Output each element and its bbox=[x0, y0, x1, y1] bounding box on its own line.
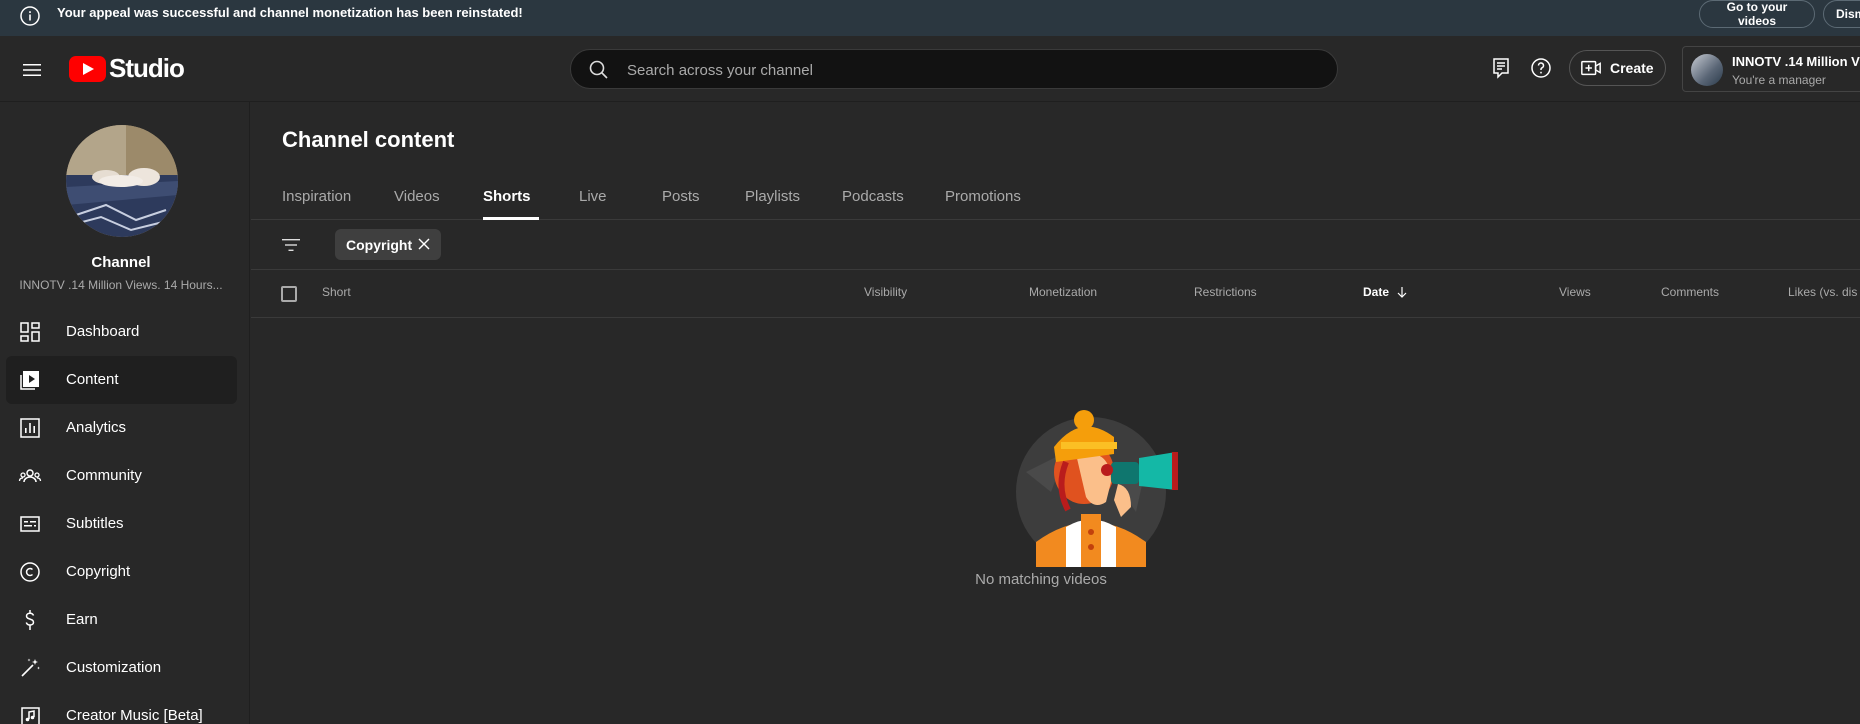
search-input[interactable] bbox=[627, 59, 1307, 81]
sidebar-item-customization[interactable]: Customization bbox=[6, 644, 237, 692]
dashboard-icon bbox=[20, 322, 40, 342]
sidebar-item-label: Copyright bbox=[66, 563, 131, 580]
notification-banner: Your appeal was successful and channel m… bbox=[0, 0, 1860, 36]
column-visibility: Visibility bbox=[864, 285, 908, 299]
column-date-label: Date bbox=[1363, 285, 1390, 299]
tab-live[interactable]: Live bbox=[579, 188, 607, 205]
subtitles-icon bbox=[20, 516, 40, 532]
empty-state-message: No matching videos bbox=[975, 571, 1107, 588]
column-date[interactable]: Date bbox=[1363, 285, 1408, 299]
hamburger-menu-icon[interactable] bbox=[20, 58, 44, 82]
create-button[interactable]: Create bbox=[1569, 50, 1666, 86]
account-role: You're a manager bbox=[1732, 73, 1826, 87]
column-restrictions: Restrictions bbox=[1194, 285, 1257, 299]
channel-title: Channel bbox=[91, 254, 151, 271]
sort-down-arrow-icon bbox=[1397, 287, 1407, 298]
dismiss-button[interactable]: Dism bbox=[1823, 0, 1860, 28]
sidebar-item-label: Customization bbox=[66, 659, 162, 676]
sidebar-item-content[interactable]: Content bbox=[6, 356, 237, 404]
filter-chip-label: Copyright bbox=[346, 236, 413, 253]
column-views: Views bbox=[1559, 285, 1591, 299]
logo-text: Studio bbox=[109, 53, 185, 83]
youtube-play-icon bbox=[69, 55, 106, 82]
customization-icon bbox=[21, 658, 40, 677]
tab-podcasts[interactable]: Podcasts bbox=[842, 188, 904, 205]
sidebar-item-label: Creator Music [Beta] bbox=[66, 707, 203, 724]
music-icon bbox=[21, 707, 40, 724]
sidebar-item-community[interactable]: Community bbox=[6, 452, 237, 500]
tab-playlists[interactable]: Playlists bbox=[745, 188, 800, 205]
column-likes: Likes (vs. dis bbox=[1788, 285, 1858, 299]
info-icon bbox=[20, 6, 40, 26]
sidebar-item-subtitles[interactable]: Subtitles bbox=[6, 500, 237, 548]
sidebar-item-label: Subtitles bbox=[66, 515, 124, 532]
banner-message: Your appeal was successful and channel m… bbox=[57, 5, 523, 20]
studio-logo[interactable]: Studio bbox=[69, 53, 185, 84]
filter-icon[interactable] bbox=[279, 233, 303, 257]
table-header: Short Visibility Monetization Restrictio… bbox=[251, 270, 1860, 318]
sidebar-item-label: Community bbox=[66, 467, 142, 484]
channel-subtitle: INNOTV .14 Million Views. 14 Hours... bbox=[19, 278, 223, 292]
main-content: Channel content Inspiration Videos Short… bbox=[251, 102, 1860, 724]
content-icon bbox=[20, 371, 39, 390]
select-all-checkbox[interactable] bbox=[281, 286, 297, 302]
channel-avatar[interactable] bbox=[66, 125, 178, 237]
sidebar-item-copyright[interactable]: Copyright bbox=[6, 548, 237, 596]
tab-inspiration[interactable]: Inspiration bbox=[282, 188, 351, 205]
account-name: INNOTV .14 Million Vie bbox=[1732, 54, 1860, 69]
content-tabs: Inspiration Videos Shorts Live Posts Pla… bbox=[251, 168, 1860, 220]
filter-chip-copyright[interactable]: Copyright bbox=[335, 229, 441, 260]
create-label: Create bbox=[1610, 60, 1654, 76]
sidebar-item-label: Earn bbox=[66, 611, 98, 628]
tab-posts[interactable]: Posts bbox=[662, 188, 700, 205]
sidebar-item-earn[interactable]: Earn bbox=[6, 596, 237, 644]
sidebar-item-analytics[interactable]: Analytics bbox=[6, 404, 237, 452]
no-results-illustration bbox=[1016, 410, 1178, 567]
earn-icon bbox=[25, 610, 35, 630]
account-switcher[interactable]: INNOTV .14 Million Vie You're a manager bbox=[1682, 46, 1860, 92]
column-short: Short bbox=[322, 285, 351, 299]
sidebar-item-label: Analytics bbox=[66, 419, 127, 436]
analytics-icon bbox=[20, 418, 40, 438]
tab-promotions[interactable]: Promotions bbox=[945, 188, 1021, 205]
copyright-icon bbox=[20, 562, 40, 582]
create-video-icon bbox=[1581, 60, 1601, 76]
top-header: Studio Create INNOTV .14 Million Vie You… bbox=[0, 36, 1860, 102]
sidebar: Channel INNOTV .14 Million Views. 14 Hou… bbox=[0, 102, 250, 724]
sidebar-item-label: Dashboard bbox=[66, 323, 140, 340]
column-monetization: Monetization bbox=[1029, 285, 1098, 299]
column-comments: Comments bbox=[1661, 285, 1720, 299]
tab-videos[interactable]: Videos bbox=[394, 188, 440, 205]
sidebar-item-dashboard[interactable]: Dashboard bbox=[6, 308, 237, 356]
community-icon bbox=[18, 469, 42, 483]
tab-shorts[interactable]: Shorts bbox=[483, 188, 531, 205]
avatar bbox=[1691, 54, 1723, 86]
search-bar[interactable] bbox=[570, 49, 1338, 89]
go-to-videos-button[interactable]: Go to your videos bbox=[1699, 0, 1815, 28]
sidebar-item-creator-music[interactable]: Creator Music [Beta] bbox=[6, 692, 237, 724]
help-icon[interactable] bbox=[1529, 56, 1553, 80]
search-icon bbox=[589, 60, 608, 79]
feedback-icon[interactable] bbox=[1489, 56, 1513, 80]
sidebar-item-label: Content bbox=[66, 371, 119, 388]
filter-bar: Copyright bbox=[251, 220, 1860, 270]
page-title: Channel content bbox=[282, 127, 455, 152]
close-icon[interactable] bbox=[416, 236, 432, 252]
channel-photo bbox=[66, 125, 178, 237]
